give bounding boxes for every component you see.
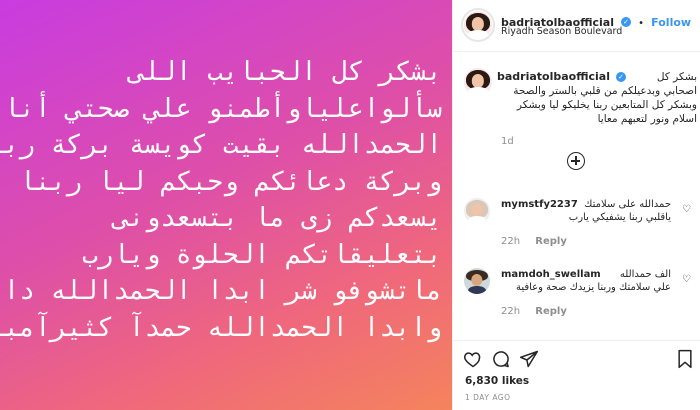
caption-avatar[interactable]: [464, 68, 492, 96]
reply-button[interactable]: Reply: [535, 306, 567, 317]
image-text-line: يسعدكم زى ما بتسعدونى: [113, 203, 442, 233]
like-icon[interactable]: [463, 349, 483, 369]
separator-dot: •: [638, 18, 645, 29]
comment-time: 22h: [501, 236, 521, 247]
load-more-comments-icon[interactable]: [567, 152, 585, 170]
comment-like-icon[interactable]: ♡: [682, 274, 691, 285]
avatar[interactable]: [464, 11, 492, 39]
comment-text-block: mymstfy2237 حمدالله على سلامتك ياقلبي رب…: [501, 198, 671, 224]
comment-avatar[interactable]: [464, 198, 490, 224]
comment-item: mamdoh_swellam الف حمدالله علي سلامتك ور…: [453, 262, 700, 332]
image-text-line: الحمدالله بقيت كويسة بركة ربنا: [0, 130, 442, 160]
image-text-line: ماتشوفو شر ابدا الحمدالله دائمآ: [0, 276, 442, 306]
post-header: badriatolbaofficial ✓ • Follow Riyadh Se…: [453, 0, 700, 52]
instagram-post: بشكر كل الحبايب اللى سألواعلياوأطمنو علي…: [0, 0, 700, 410]
image-text-line: وابدا الحمدالله حمدآ كثيرآمباركا: [0, 312, 442, 343]
save-bookmark-icon[interactable]: [675, 349, 695, 369]
image-text-line: سألواعلياوأطمنو علي صحتي أنا: [3, 93, 442, 124]
verified-badge-icon: ✓: [615, 72, 626, 82]
post-actions: 6,830 likes 1 DAY AGO: [453, 340, 700, 410]
image-text-line: بشكر كل الحبايب اللى: [128, 57, 442, 87]
likes-count[interactable]: 6,830 likes: [465, 375, 529, 387]
image-text-line: بتعليقاتكم الحلوة ويارب: [81, 239, 442, 270]
post-sidebar: badriatolbaofficial ✓ • Follow Riyadh Se…: [452, 0, 700, 410]
comment-avatar[interactable]: [464, 268, 490, 294]
comment-icon[interactable]: [491, 349, 511, 369]
reply-button[interactable]: Reply: [535, 236, 567, 247]
post-date: 1 DAY AGO: [465, 393, 511, 402]
caption-text-block: badriatolbaofficial ✓ بشكر كل اصحابي وبد…: [497, 70, 697, 126]
comment-username[interactable]: mamdoh_swellam: [501, 268, 601, 281]
follow-button[interactable]: Follow: [651, 16, 691, 29]
post-image-text: بشكر كل الحبايب اللى سألواعلياوأطمنو علي…: [0, 54, 442, 346]
post-image[interactable]: بشكر كل الحبايب اللى سألواعلياوأطمنو علي…: [0, 0, 452, 410]
location-link[interactable]: Riyadh Season Boulevard: [501, 26, 622, 37]
image-text-line: وبركة دعائكم وحبكم ليا ربنا: [19, 166, 442, 197]
comment-time: 22h: [501, 306, 521, 317]
share-icon[interactable]: [519, 349, 539, 369]
verified-badge-icon: ✓: [621, 16, 632, 27]
comment-item: mymstfy2237 حمدالله على سلامتك ياقلبي رب…: [453, 192, 700, 262]
comment-meta: 22h Reply: [501, 236, 567, 247]
comment-like-icon[interactable]: ♡: [682, 204, 691, 215]
caption-time: 1d: [501, 136, 514, 147]
caption-username[interactable]: badriatolbaofficial: [497, 70, 610, 84]
comment-meta: 22h Reply: [501, 306, 567, 317]
comment-text-block: mamdoh_swellam الف حمدالله علي سلامتك ور…: [501, 268, 671, 294]
comment-username[interactable]: mymstfy2237: [501, 198, 578, 211]
